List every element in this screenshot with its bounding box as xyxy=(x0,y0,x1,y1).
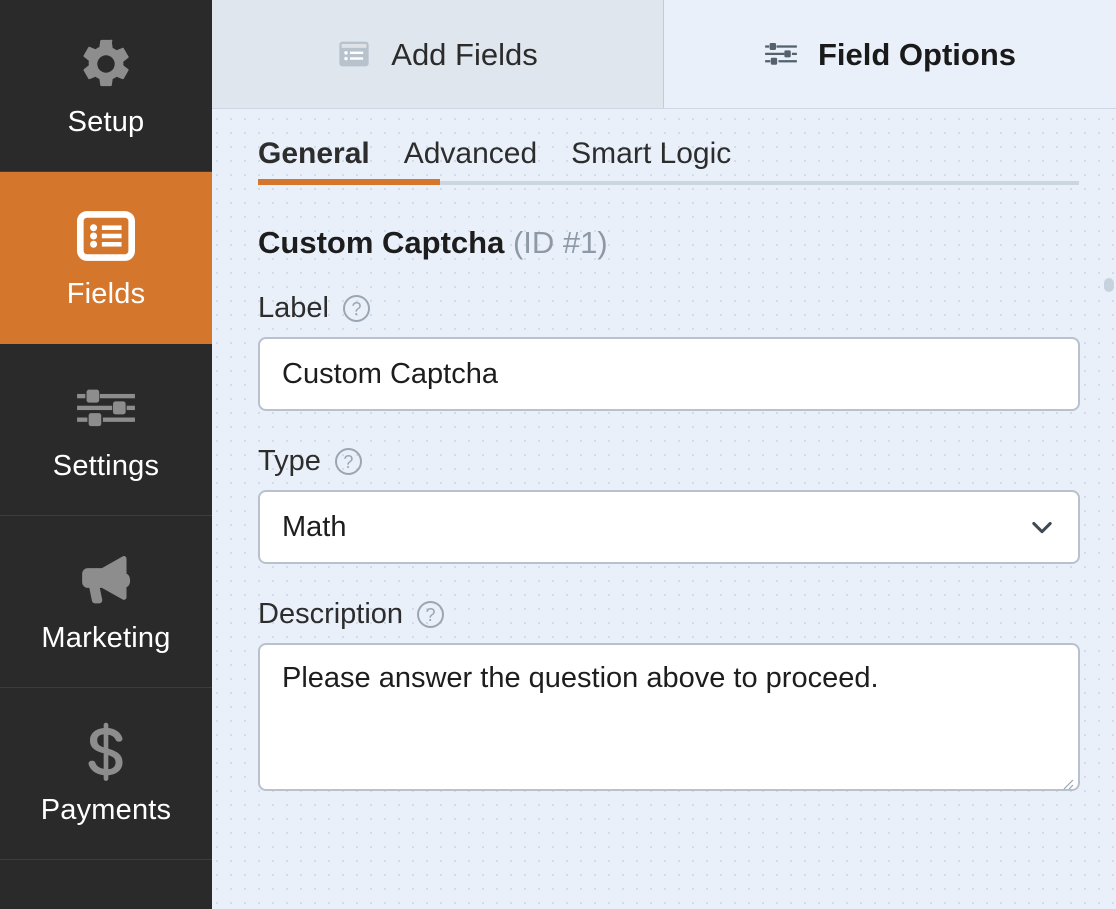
help-icon[interactable]: ? xyxy=(417,601,445,628)
type-select-wrapper: Math xyxy=(258,490,1080,564)
sidebar-item-fields[interactable]: Fields xyxy=(0,172,212,344)
sidebar-item-label: Marketing xyxy=(41,622,171,654)
sidebar-item-label: Setup xyxy=(67,106,145,138)
help-icon[interactable]: ? xyxy=(342,295,370,322)
tab-label: Add Fields xyxy=(391,36,538,72)
sidebar-item-marketing[interactable]: Marketing xyxy=(0,516,212,688)
sidebar-filler xyxy=(0,860,212,909)
scrollbar-thumb[interactable] xyxy=(1104,278,1114,292)
field-title-text: Custom Captcha xyxy=(258,225,505,260)
label-field-row: Label ? xyxy=(258,294,1080,411)
description-textarea[interactable] xyxy=(258,643,1080,791)
description-textarea-wrapper xyxy=(258,643,1080,796)
tab-add-fields[interactable]: Add Fields xyxy=(212,0,664,108)
field-id-text: (ID #1) xyxy=(512,225,608,260)
tab-label: Field Options xyxy=(817,36,1017,72)
type-caption-text: Type xyxy=(258,445,321,477)
page-title: Custom Captcha (ID #1) xyxy=(258,227,1080,258)
sidebar-item-label: Settings xyxy=(52,450,160,482)
subtab-smart-logic[interactable]: Smart Logic xyxy=(571,139,731,185)
megaphone-icon xyxy=(74,550,138,610)
field-options-content: General Advanced Smart Logic Custom Capt… xyxy=(212,109,1116,909)
description-caption-text: Description xyxy=(258,598,404,630)
tab-field-options[interactable]: Field Options xyxy=(664,0,1116,108)
primary-sidebar: Setup Fields Settings Marketing Payments xyxy=(0,0,212,909)
sidebar-item-label: Payments xyxy=(40,794,172,826)
field-options-subtabs: General Advanced Smart Logic xyxy=(258,109,1080,185)
panel-tabs: Add Fields Field Options xyxy=(212,0,1116,109)
type-field-caption: Type ? xyxy=(258,447,1080,476)
active-subtab-indicator xyxy=(258,179,440,185)
gear-icon xyxy=(74,34,138,94)
dollar-icon xyxy=(74,722,138,782)
type-field-row: Type ? Math xyxy=(258,447,1080,564)
sidebar-item-label: Fields xyxy=(66,278,146,310)
panel-scrollbar[interactable] xyxy=(1104,110,1114,909)
description-field-row: Description ? xyxy=(258,600,1080,796)
type-select[interactable]: Math xyxy=(258,490,1080,564)
sidebar-item-payments[interactable]: Payments xyxy=(0,688,212,860)
sliders-icon xyxy=(764,37,798,71)
help-icon[interactable]: ? xyxy=(334,448,362,475)
label-input[interactable] xyxy=(258,337,1080,411)
description-field-caption: Description ? xyxy=(258,600,1080,629)
label-field-caption: Label ? xyxy=(258,294,1080,323)
main-panel: Add Fields Field Options General Advance… xyxy=(212,0,1116,909)
form-builder-window: Setup Fields Settings Marketing Payments… xyxy=(0,0,1116,909)
label-caption-text: Label xyxy=(258,292,329,324)
sliders-icon xyxy=(74,378,138,438)
sidebar-item-setup[interactable]: Setup xyxy=(0,0,212,172)
sidebar-item-settings[interactable]: Settings xyxy=(0,344,212,516)
form-list-icon xyxy=(337,37,371,71)
list-icon xyxy=(74,206,138,266)
